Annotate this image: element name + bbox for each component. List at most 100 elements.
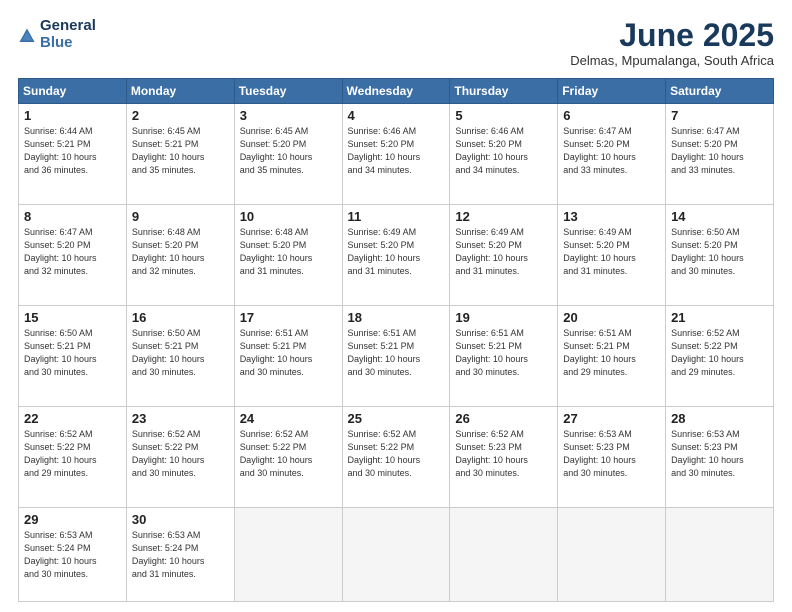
day-number: 21	[671, 310, 768, 325]
table-row: 12 Sunrise: 6:49 AM Sunset: 5:20 PM Dayli…	[450, 205, 558, 306]
month-title: June 2025	[570, 18, 774, 53]
day-info: Sunrise: 6:48 AM Sunset: 5:20 PM Dayligh…	[132, 226, 229, 278]
table-row: 20Sunrise: 6:51 AM Sunset: 5:21 PM Dayli…	[558, 306, 666, 407]
table-row: 14Sunrise: 6:50 AM Sunset: 5:20 PM Dayli…	[666, 205, 774, 306]
col-monday: Monday	[126, 79, 234, 104]
table-row: 19 Sunrise: 6:51 AM Sunset: 5:21 PM Dayli…	[450, 306, 558, 407]
day-info: Sunrise: 6:45 AM Sunset: 5:20 PM Dayligh…	[240, 125, 337, 177]
day-number: 18	[348, 310, 445, 325]
day-number: 25	[348, 411, 445, 426]
table-row: 8 Sunrise: 6:47 AM Sunset: 5:20 PM Daylig…	[19, 205, 127, 306]
table-row: 5 Sunrise: 6:46 AM Sunset: 5:20 PM Daylig…	[450, 104, 558, 205]
day-info: Sunrise: 6:47 AM Sunset: 5:20 PM Dayligh…	[563, 125, 660, 177]
day-number: 9	[132, 209, 229, 224]
day-info: Sunrise: 6:47 AM Sunset: 5:20 PM Dayligh…	[24, 226, 121, 278]
day-number: 19	[455, 310, 552, 325]
day-number: 27	[563, 411, 660, 426]
day-number: 8	[24, 209, 121, 224]
day-number: 5	[455, 108, 552, 123]
day-number: 6	[563, 108, 660, 123]
table-row: 28Sunrise: 6:53 AM Sunset: 5:23 PM Dayli…	[666, 407, 774, 508]
day-number: 23	[132, 411, 229, 426]
page: General Blue June 2025 Delmas, Mpumalang…	[0, 0, 792, 612]
day-number: 10	[240, 209, 337, 224]
day-number: 29	[24, 512, 121, 527]
table-row: 10 Sunrise: 6:48 AM Sunset: 5:20 PM Dayli…	[234, 205, 342, 306]
day-info: Sunrise: 6:50 AM Sunset: 5:21 PM Dayligh…	[132, 327, 229, 379]
day-number: 4	[348, 108, 445, 123]
table-row: 27Sunrise: 6:53 AM Sunset: 5:23 PM Dayli…	[558, 407, 666, 508]
table-row	[666, 508, 774, 602]
day-number: 17	[240, 310, 337, 325]
table-row: 9 Sunrise: 6:48 AM Sunset: 5:20 PM Daylig…	[126, 205, 234, 306]
title-area: June 2025 Delmas, Mpumalanga, South Afri…	[570, 18, 774, 68]
day-info: Sunrise: 6:52 AM Sunset: 5:23 PM Dayligh…	[455, 428, 552, 480]
col-tuesday: Tuesday	[234, 79, 342, 104]
day-number: 30	[132, 512, 229, 527]
day-number: 2	[132, 108, 229, 123]
day-info: Sunrise: 6:49 AM Sunset: 5:20 PM Dayligh…	[348, 226, 445, 278]
day-info: Sunrise: 6:52 AM Sunset: 5:22 PM Dayligh…	[132, 428, 229, 480]
table-row: 2Sunrise: 6:45 AM Sunset: 5:21 PM Daylig…	[126, 104, 234, 205]
day-info: Sunrise: 6:52 AM Sunset: 5:22 PM Dayligh…	[671, 327, 768, 379]
logo-line1: General	[40, 18, 96, 35]
table-row: 18 Sunrise: 6:51 AM Sunset: 5:21 PM Dayli…	[342, 306, 450, 407]
day-number: 15	[24, 310, 121, 325]
header: General Blue June 2025 Delmas, Mpumalang…	[18, 18, 774, 68]
calendar-week-row: 29 Sunrise: 6:53 AM Sunset: 5:24 PM Dayli…	[19, 508, 774, 602]
table-row: 7 Sunrise: 6:47 AM Sunset: 5:20 PM Daylig…	[666, 104, 774, 205]
day-info: Sunrise: 6:51 AM Sunset: 5:21 PM Dayligh…	[348, 327, 445, 379]
day-info: Sunrise: 6:49 AM Sunset: 5:20 PM Dayligh…	[563, 226, 660, 278]
day-info: Sunrise: 6:48 AM Sunset: 5:20 PM Dayligh…	[240, 226, 337, 278]
table-row: 4 Sunrise: 6:46 AM Sunset: 5:20 PM Daylig…	[342, 104, 450, 205]
table-row: 21 Sunrise: 6:52 AM Sunset: 5:22 PM Dayli…	[666, 306, 774, 407]
table-row: 29 Sunrise: 6:53 AM Sunset: 5:24 PM Dayli…	[19, 508, 127, 602]
col-sunday: Sunday	[19, 79, 127, 104]
day-info: Sunrise: 6:53 AM Sunset: 5:24 PM Dayligh…	[24, 529, 121, 581]
table-row: 3Sunrise: 6:45 AM Sunset: 5:20 PM Daylig…	[234, 104, 342, 205]
table-row: 13 Sunrise: 6:49 AM Sunset: 5:20 PM Dayli…	[558, 205, 666, 306]
day-number: 12	[455, 209, 552, 224]
day-number: 26	[455, 411, 552, 426]
table-row: 1 Sunrise: 6:44 AM Sunset: 5:21 PM Daylig…	[19, 104, 127, 205]
col-thursday: Thursday	[450, 79, 558, 104]
table-row	[234, 508, 342, 602]
location-subtitle: Delmas, Mpumalanga, South Africa	[570, 53, 774, 68]
day-info: Sunrise: 6:46 AM Sunset: 5:20 PM Dayligh…	[455, 125, 552, 177]
table-row: 11 Sunrise: 6:49 AM Sunset: 5:20 PM Dayli…	[342, 205, 450, 306]
day-info: Sunrise: 6:52 AM Sunset: 5:22 PM Dayligh…	[240, 428, 337, 480]
day-number: 20	[563, 310, 660, 325]
day-info: Sunrise: 6:51 AM Sunset: 5:21 PM Dayligh…	[455, 327, 552, 379]
table-row: 26 Sunrise: 6:52 AM Sunset: 5:23 PM Dayli…	[450, 407, 558, 508]
logo-text: General Blue	[40, 18, 96, 51]
table-row: 30Sunrise: 6:53 AM Sunset: 5:24 PM Dayli…	[126, 508, 234, 602]
table-row: 17 Sunrise: 6:51 AM Sunset: 5:21 PM Dayli…	[234, 306, 342, 407]
table-row: 25Sunrise: 6:52 AM Sunset: 5:22 PM Dayli…	[342, 407, 450, 508]
day-number: 22	[24, 411, 121, 426]
table-row: 22 Sunrise: 6:52 AM Sunset: 5:22 PM Dayli…	[19, 407, 127, 508]
calendar-week-row: 1 Sunrise: 6:44 AM Sunset: 5:21 PM Daylig…	[19, 104, 774, 205]
day-info: Sunrise: 6:46 AM Sunset: 5:20 PM Dayligh…	[348, 125, 445, 177]
day-number: 28	[671, 411, 768, 426]
calendar-table: Sunday Monday Tuesday Wednesday Thursday…	[18, 78, 774, 602]
table-row	[342, 508, 450, 602]
day-number: 13	[563, 209, 660, 224]
day-number: 1	[24, 108, 121, 123]
day-number: 7	[671, 108, 768, 123]
table-row	[558, 508, 666, 602]
calendar-header-row: Sunday Monday Tuesday Wednesday Thursday…	[19, 79, 774, 104]
table-row: 6 Sunrise: 6:47 AM Sunset: 5:20 PM Daylig…	[558, 104, 666, 205]
day-info: Sunrise: 6:50 AM Sunset: 5:21 PM Dayligh…	[24, 327, 121, 379]
day-number: 14	[671, 209, 768, 224]
day-info: Sunrise: 6:47 AM Sunset: 5:20 PM Dayligh…	[671, 125, 768, 177]
table-row: 16Sunrise: 6:50 AM Sunset: 5:21 PM Dayli…	[126, 306, 234, 407]
day-info: Sunrise: 6:52 AM Sunset: 5:22 PM Dayligh…	[24, 428, 121, 480]
day-info: Sunrise: 6:49 AM Sunset: 5:20 PM Dayligh…	[455, 226, 552, 278]
logo-icon	[18, 27, 36, 45]
calendar-week-row: 22 Sunrise: 6:52 AM Sunset: 5:22 PM Dayli…	[19, 407, 774, 508]
calendar-week-row: 15 Sunrise: 6:50 AM Sunset: 5:21 PM Dayli…	[19, 306, 774, 407]
day-info: Sunrise: 6:51 AM Sunset: 5:21 PM Dayligh…	[240, 327, 337, 379]
table-row: 15 Sunrise: 6:50 AM Sunset: 5:21 PM Dayli…	[19, 306, 127, 407]
day-number: 11	[348, 209, 445, 224]
day-info: Sunrise: 6:44 AM Sunset: 5:21 PM Dayligh…	[24, 125, 121, 177]
